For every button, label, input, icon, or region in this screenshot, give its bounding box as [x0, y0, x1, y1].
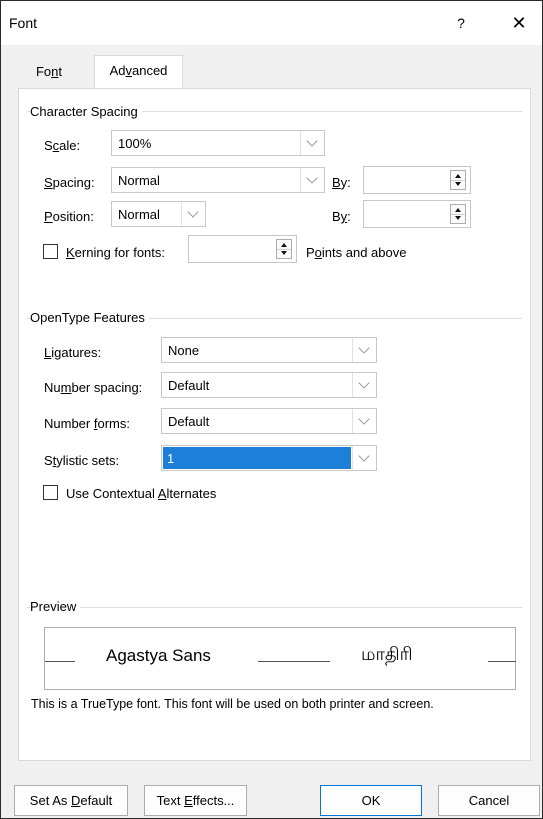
stylistic-sets-label: Stylistic sets: — [44, 453, 120, 468]
position-combobox[interactable]: Normal — [111, 201, 206, 227]
kerning-stepper[interactable] — [276, 239, 292, 259]
kerning-spinner[interactable] — [188, 235, 297, 263]
preview-description: This is a TrueType font. This font will … — [31, 697, 434, 711]
arrow-down-icon — [455, 216, 461, 220]
number-spacing-label: Number spacing: — [44, 380, 143, 395]
tab-advanced[interactable]: Advanced — [94, 55, 183, 89]
close-icon[interactable]: ✕ — [507, 12, 531, 34]
preview-sample-tamil: மாதிரி — [361, 644, 413, 665]
arrow-down-icon — [281, 251, 287, 255]
text-effects-button[interactable]: Text Effects... — [144, 785, 247, 816]
spacing-label: Spacing: — [44, 175, 95, 190]
chevron-down-icon — [306, 135, 318, 147]
chevron-down-icon — [358, 413, 370, 425]
stylistic-sets-selection: 1 — [163, 447, 351, 469]
preview-baseline-left — [45, 661, 75, 662]
contextual-alternates-label[interactable]: Use Contextual Alternates — [66, 486, 216, 501]
set-as-default-button[interactable]: Set As Default — [14, 785, 128, 816]
contextual-alternates-checkbox[interactable] — [43, 485, 58, 500]
spacing-by-label: By: — [332, 175, 351, 190]
preview-baseline-right — [488, 661, 516, 662]
position-value: Normal — [118, 207, 160, 222]
preview-sample-latin: Agastya Sans — [106, 646, 211, 665]
arrow-down-icon — [455, 182, 461, 186]
chevron-down-icon — [358, 377, 370, 389]
cancel-button[interactable]: Cancel — [438, 785, 540, 816]
number-spacing-value: Default — [168, 378, 210, 393]
spacing-value: Normal — [118, 173, 160, 188]
stylistic-sets-combobox[interactable]: 1 — [161, 445, 377, 471]
font-dialog: Font ? ✕ Font Advanced Character Spacing… — [0, 0, 543, 819]
number-forms-dropdown-arrow[interactable] — [352, 409, 376, 433]
ligatures-value: None — [168, 343, 200, 358]
spacing-by-spinner[interactable] — [363, 166, 471, 194]
advanced-panel: Character Spacing Scale: 100% Spacing: N… — [18, 88, 531, 761]
position-by-stepper[interactable] — [450, 204, 466, 224]
ligatures-dropdown-arrow[interactable] — [352, 338, 376, 362]
number-forms-combobox[interactable]: Default — [161, 408, 377, 434]
ligatures-combobox[interactable]: None — [161, 337, 377, 363]
scale-label: Scale: — [44, 138, 81, 153]
scale-dropdown-arrow[interactable] — [300, 131, 324, 155]
arrow-up-icon — [455, 174, 461, 178]
stylistic-sets-value: 1 — [167, 451, 175, 466]
ok-button[interactable]: OK — [320, 785, 422, 816]
character-spacing-title: Character Spacing — [30, 104, 142, 119]
number-spacing-dropdown-arrow[interactable] — [352, 373, 376, 397]
kerning-suffix-label: Points and above — [306, 245, 407, 260]
opentype-title: OpenType Features — [30, 310, 149, 325]
number-spacing-combobox[interactable]: Default — [161, 372, 377, 398]
stylistic-sets-dropdown-arrow[interactable] — [352, 446, 376, 470]
spacing-combobox[interactable]: Normal — [111, 167, 325, 193]
number-forms-label: Number forms: — [44, 416, 130, 431]
preview-title: Preview — [30, 599, 81, 614]
arrow-up-icon — [455, 208, 461, 212]
number-forms-value: Default — [168, 414, 210, 429]
help-icon[interactable]: ? — [451, 13, 471, 33]
position-dropdown-arrow[interactable] — [181, 202, 205, 226]
chevron-down-icon — [358, 450, 370, 462]
title-bar: Font ? ✕ — [1, 1, 542, 45]
ligatures-label: Ligatures: — [44, 345, 102, 360]
spacing-dropdown-arrow[interactable] — [300, 168, 324, 192]
position-by-label: By: — [332, 209, 351, 224]
position-by-spinner[interactable] — [363, 200, 471, 228]
preview-box: Agastya Sans மாதிரி — [44, 627, 516, 690]
preview-divider — [27, 607, 522, 608]
position-label: Position: — [44, 209, 94, 224]
chevron-down-icon — [358, 342, 370, 354]
chevron-down-icon — [306, 172, 318, 184]
kerning-label[interactable]: Kerning for fonts: — [66, 245, 165, 260]
spacing-by-stepper[interactable] — [450, 170, 466, 190]
dialog-title: Font — [9, 15, 38, 31]
scale-value: 100% — [118, 136, 152, 151]
arrow-up-icon — [281, 243, 287, 247]
tab-font[interactable]: Font — [19, 57, 79, 87]
preview-baseline-middle — [258, 661, 330, 662]
kerning-checkbox[interactable] — [43, 244, 58, 259]
chevron-down-icon — [187, 206, 199, 218]
scale-combobox[interactable]: 100% — [111, 130, 325, 156]
